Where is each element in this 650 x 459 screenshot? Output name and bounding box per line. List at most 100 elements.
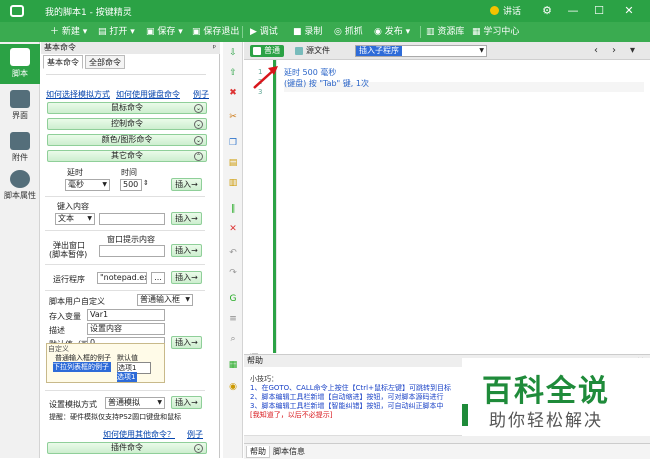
keyinput-type-select[interactable]: 文本 [55,213,95,225]
redo-icon[interactable]: ↷ [227,268,239,278]
delay-value-input[interactable]: 500 [120,179,142,191]
paste-icon[interactable]: ▤ [227,158,239,168]
delay-unit-select[interactable]: 毫秒 [65,179,110,191]
uncomment-icon[interactable]: ✕ [227,224,239,234]
learn-button[interactable]: ▦ 学习中心 [472,25,519,39]
group-other[interactable]: 其它命令 ⌃ [47,150,207,162]
prev-button[interactable]: ‹ [594,45,598,56]
next-button[interactable]: › [612,45,616,56]
desc-input[interactable]: 设置内容 [87,323,165,335]
tip-line: 2、脚本编辑工具栏新增【自动缩进】按钮，可对脚本源码进行 [250,393,444,401]
grab-button[interactable]: ◎ 抓抓 [334,25,363,39]
save-exit-button[interactable]: ▣ 保存退出 [192,25,239,39]
code-line[interactable]: 延时 500 毫秒 [284,67,336,78]
new-button[interactable]: ＋ 新建 ▾ [50,25,87,39]
link-keyboard[interactable]: 如何使用键盘命令 [116,89,180,100]
eye-icon[interactable]: ◉ [227,382,239,392]
minimize-button[interactable]: — [562,2,584,20]
group-label: 颜色/图形命令 [101,135,153,144]
var-input[interactable]: Var1 [87,309,165,321]
undo-icon[interactable]: ↶ [227,248,239,258]
link-example[interactable]: 例子 [193,89,209,100]
arrow-up-icon[interactable]: ⇧ [227,68,239,78]
app-logo-icon [10,5,24,17]
user-name: 讲话 [503,7,522,17]
group-color[interactable]: 颜色/图形命令 ⌄ [47,134,207,146]
insert-run-button[interactable]: 插入→ [171,271,202,284]
comment-icon[interactable]: ∥ [227,204,239,214]
tab-basic[interactable]: 基本命令 [43,55,83,69]
red-arrow-annotation [253,66,278,89]
keyinput-label: 键入内容 [57,202,89,211]
link-example-2[interactable]: 例子 [187,429,203,440]
clipboard-icon[interactable]: ▥ [227,178,239,188]
layout-dropdown[interactable]: ▾ [630,45,635,56]
tab-help[interactable]: 帮助 [246,446,270,458]
arrow-down-icon[interactable]: ⇩ [227,48,239,58]
spinner-icon[interactable]: ⇕ [143,179,149,187]
group-mouse[interactable]: 鼠标命令 ⌄ [47,102,207,114]
link-other-commands[interactable]: 如何使用其他命令？ [103,429,175,440]
popup-hint-label: 窗口提示内容 [107,235,155,244]
debug-button[interactable]: ▶ 调试 [250,25,278,39]
browse-button[interactable]: ... [151,272,165,284]
popup-hint-input[interactable] [99,245,165,257]
insert-keyinput-button[interactable]: 插入→ [171,212,202,225]
find-icon[interactable]: ⌕ [227,334,239,344]
indent-icon[interactable]: ≡ [227,314,239,324]
watermark-subtitle: 助你轻松解决 [489,411,603,431]
nav-item-script[interactable]: 脚本 [0,44,40,84]
open-button[interactable]: ▤ 打开 ▾ [98,25,135,39]
nav-item-attach[interactable]: 附件 [0,128,40,168]
left-nav: 脚本 界面 附件 脚本属性 [0,42,40,458]
resource-button[interactable]: ▥ 资源库 [426,25,464,39]
tab-script-info[interactable]: 脚本信息 [270,446,308,458]
nav-item-props[interactable]: 脚本属性 [0,166,40,206]
pin-icon[interactable]: ᵖ [213,42,216,54]
group-label: 鼠标命令 [111,103,143,112]
save-button[interactable]: ▣ 保存 ▾ [146,25,183,39]
insert-delay-button[interactable]: 插入→ [171,178,202,191]
code-editor[interactable]: 1 2 3 延时 500 毫秒 (键盘) 按 "Tab" 键, 1次 [244,60,650,353]
close-button[interactable]: ✕ [618,2,640,20]
dismiss-tip-link[interactable]: [我知道了，以后不必提示] [250,411,480,420]
insert-userdef-button[interactable]: 插入→ [171,336,202,349]
insert-popup-button[interactable]: 插入→ [171,244,202,257]
group-label: 插件命令 [111,443,143,452]
userdef-mode-select[interactable]: 普通输入框 [137,294,193,306]
keyinput-value-input[interactable] [99,213,165,225]
divider [45,196,205,197]
maximize-button[interactable]: ☐ [588,2,610,20]
group-control[interactable]: 控制命令 ⌄ [47,118,207,130]
code-line[interactable]: (键盘) 按 "Tab" 键, 1次 [284,78,369,89]
mode-label: 源文件 [306,46,330,55]
tab-source-mode[interactable]: 源文件 [292,45,334,57]
save-exit-label: 保存退出 [203,27,240,37]
user-badge[interactable]: 讲话 [490,4,521,17]
subroutine-select[interactable]: 插入子程序 [355,45,487,57]
settings-icon[interactable]: ⚙ [536,2,558,20]
group-label: 控制命令 [111,119,143,128]
record-button[interactable]: ■ 录制 [293,25,322,39]
clipped-row [46,69,206,75]
sim-label: 设置模拟方式 [49,400,97,409]
mode-label: 普通 [264,46,280,55]
delete-icon[interactable]: ✖ [227,88,239,98]
image-icon[interactable]: ▦ [227,360,239,370]
tab-all[interactable]: 全部命令 [85,55,125,69]
cut-icon[interactable]: ✂ [227,112,239,122]
sim-mode-select[interactable]: 普通模拟 [105,397,165,409]
copy-icon[interactable]: ❐ [227,138,239,148]
group-plugin[interactable]: 插件命令 ⌄ [47,442,207,454]
chevron-up-icon: ⌃ [194,152,203,161]
link-sim-mode[interactable]: 如何选择模拟方式 [46,89,110,100]
tab-normal-mode[interactable]: 普通 [250,45,284,57]
run-program-input[interactable]: "notepad.exe" [97,272,147,284]
watermark: 百科全说 助你轻松解决 [462,358,650,436]
divider [45,230,205,231]
nav-item-ui[interactable]: 界面 [0,86,40,126]
publish-button[interactable]: ◉ 发布 ▾ [374,25,410,39]
help-hscrollbar[interactable] [244,435,650,443]
goto-icon[interactable]: G [227,294,239,304]
insert-sim-button[interactable]: 插入→ [171,396,202,409]
